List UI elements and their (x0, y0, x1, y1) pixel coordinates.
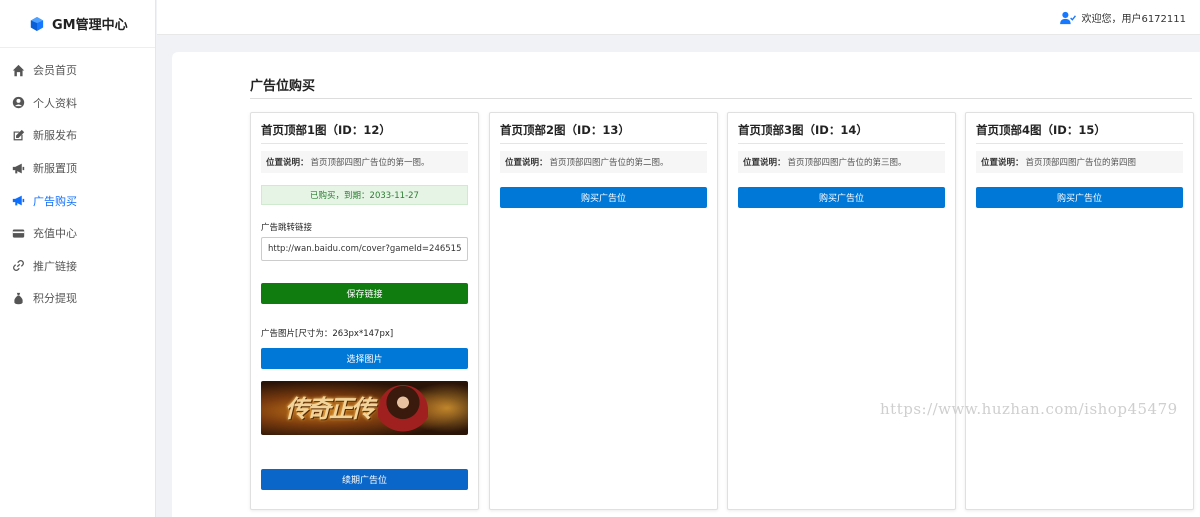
renew-ad-button[interactable]: 续期广告位 (261, 469, 468, 490)
select-image-button[interactable]: 选择图片 (261, 348, 468, 369)
card-title: 首页顶部2图（ID：13） (500, 122, 707, 144)
card-title: 首页顶部3图（ID：14） (738, 122, 945, 144)
sidebar-item-label: 个人资料 (33, 96, 77, 110)
sidebar-item-label: 新服置顶 (33, 162, 77, 176)
desc-text: 首页顶部四图广告位的第四图 (1025, 158, 1137, 168)
user-check-icon (1060, 11, 1077, 24)
ad-slot-card: 首页顶部2图（ID：13） 位置说明： 首页顶部四图广告位的第二图。 购买广告位 (489, 112, 718, 510)
desc-label: 位置说明： (981, 158, 1024, 168)
user-menu[interactable]: 欢迎您，用户6172111 (1060, 10, 1186, 25)
divider (250, 98, 1192, 99)
welcome-text: 欢迎您，用户6172111 (1081, 14, 1186, 25)
slot-description: 位置说明： 首页顶部四图广告位的第三图。 (738, 151, 945, 173)
watermark: https://www.huzhan.com/ishop45479 (880, 400, 1178, 418)
ad-slot-card: 首页顶部1图（ID：12） 位置说明： 首页顶部四图广告位的第一图。 已购买，到… (250, 112, 479, 510)
sidebar-item-home[interactable]: 会员首页 (0, 54, 155, 87)
desc-label: 位置说明： (743, 158, 786, 168)
sidebar-item-label: 推广链接 (33, 259, 77, 273)
money-bag-icon (11, 291, 25, 305)
sidebar-item-ad-purchase[interactable]: 广告购买 (0, 184, 155, 217)
sidebar-item-withdraw[interactable]: 积分提现 (0, 282, 155, 315)
sidebar-item-new-server[interactable]: 新服发布 (0, 119, 155, 152)
sidebar-item-promo-link[interactable]: 推广链接 (0, 250, 155, 283)
home-icon (11, 63, 25, 77)
top-header: 欢迎您，用户6172111 (157, 0, 1200, 35)
buy-ad-button[interactable]: 购买广告位 (500, 187, 707, 208)
desc-label: 位置说明： (505, 158, 548, 168)
user-circle-icon (11, 96, 25, 110)
banner-figure (378, 385, 428, 435)
desc-text: 首页顶部四图广告位的第三图。 (787, 158, 907, 168)
ad-slot-card: 首页顶部4图（ID：15） 位置说明： 首页顶部四图广告位的第四图 购买广告位 (965, 112, 1194, 510)
main-panel: 广告位购买 首页顶部1图（ID：12） 位置说明： 首页顶部四图广告位的第一图。… (172, 52, 1200, 517)
banner-logo-text: 传奇正传 (285, 394, 375, 423)
buy-ad-button[interactable]: 购买广告位 (738, 187, 945, 208)
sidebar-menu: 会员首页 个人资料 新服发布 新服置顶 广告购买 充值中心 推广链接 积分提现 (0, 48, 155, 315)
buy-ad-button[interactable]: 购买广告位 (976, 187, 1183, 208)
sidebar-item-label: 新服发布 (33, 129, 77, 143)
desc-text: 首页顶部四图广告位的第二图。 (549, 158, 669, 168)
card-title: 首页顶部4图（ID：15） (976, 122, 1183, 144)
edit-icon (11, 128, 25, 142)
ad-slot-card: 首页顶部3图（ID：14） 位置说明： 首页顶部四图广告位的第三图。 购买广告位 (727, 112, 956, 510)
sidebar-item-recharge[interactable]: 充值中心 (0, 217, 155, 250)
cube-icon (30, 16, 44, 31)
sidebar-item-label: 会员首页 (33, 64, 77, 78)
desc-text: 首页顶部四图广告位的第一图。 (310, 158, 430, 168)
link-icon (11, 259, 25, 273)
link-label: 广告跳转链接 (261, 223, 313, 233)
status-badge: 已购买，到期：2033-11-27 (261, 185, 468, 205)
page-title: 广告位购买 (250, 79, 316, 94)
image-label: 广告图片[尺寸为：263px*147px] (261, 329, 394, 339)
sidebar: GM管理中心 会员首页 个人资料 新服发布 新服置顶 广告购买 充值中心 推广链… (0, 0, 156, 517)
megaphone-icon (11, 161, 25, 175)
slot-description: 位置说明： 首页顶部四图广告位的第四图 (976, 151, 1183, 173)
sidebar-item-label: 积分提现 (33, 292, 77, 306)
megaphone-icon (11, 194, 25, 208)
credit-card-icon (11, 226, 25, 240)
desc-label: 位置说明： (266, 158, 309, 168)
sidebar-item-server-top[interactable]: 新服置顶 (0, 152, 155, 185)
card-title: 首页顶部1图（ID：12） (261, 122, 468, 144)
slot-description: 位置说明： 首页顶部四图广告位的第二图。 (500, 151, 707, 173)
save-link-button[interactable]: 保存链接 (261, 283, 468, 304)
redirect-link-input[interactable] (261, 237, 468, 261)
app-title: GM管理中心 (52, 18, 128, 33)
sidebar-item-profile[interactable]: 个人资料 (0, 87, 155, 120)
sidebar-item-label: 广告购买 (33, 194, 77, 208)
app-logo[interactable]: GM管理中心 (0, 0, 155, 48)
slot-description: 位置说明： 首页顶部四图广告位的第一图。 (261, 151, 468, 173)
ad-banner-image: 传奇正传 (261, 381, 468, 435)
sidebar-item-label: 充值中心 (33, 227, 77, 241)
